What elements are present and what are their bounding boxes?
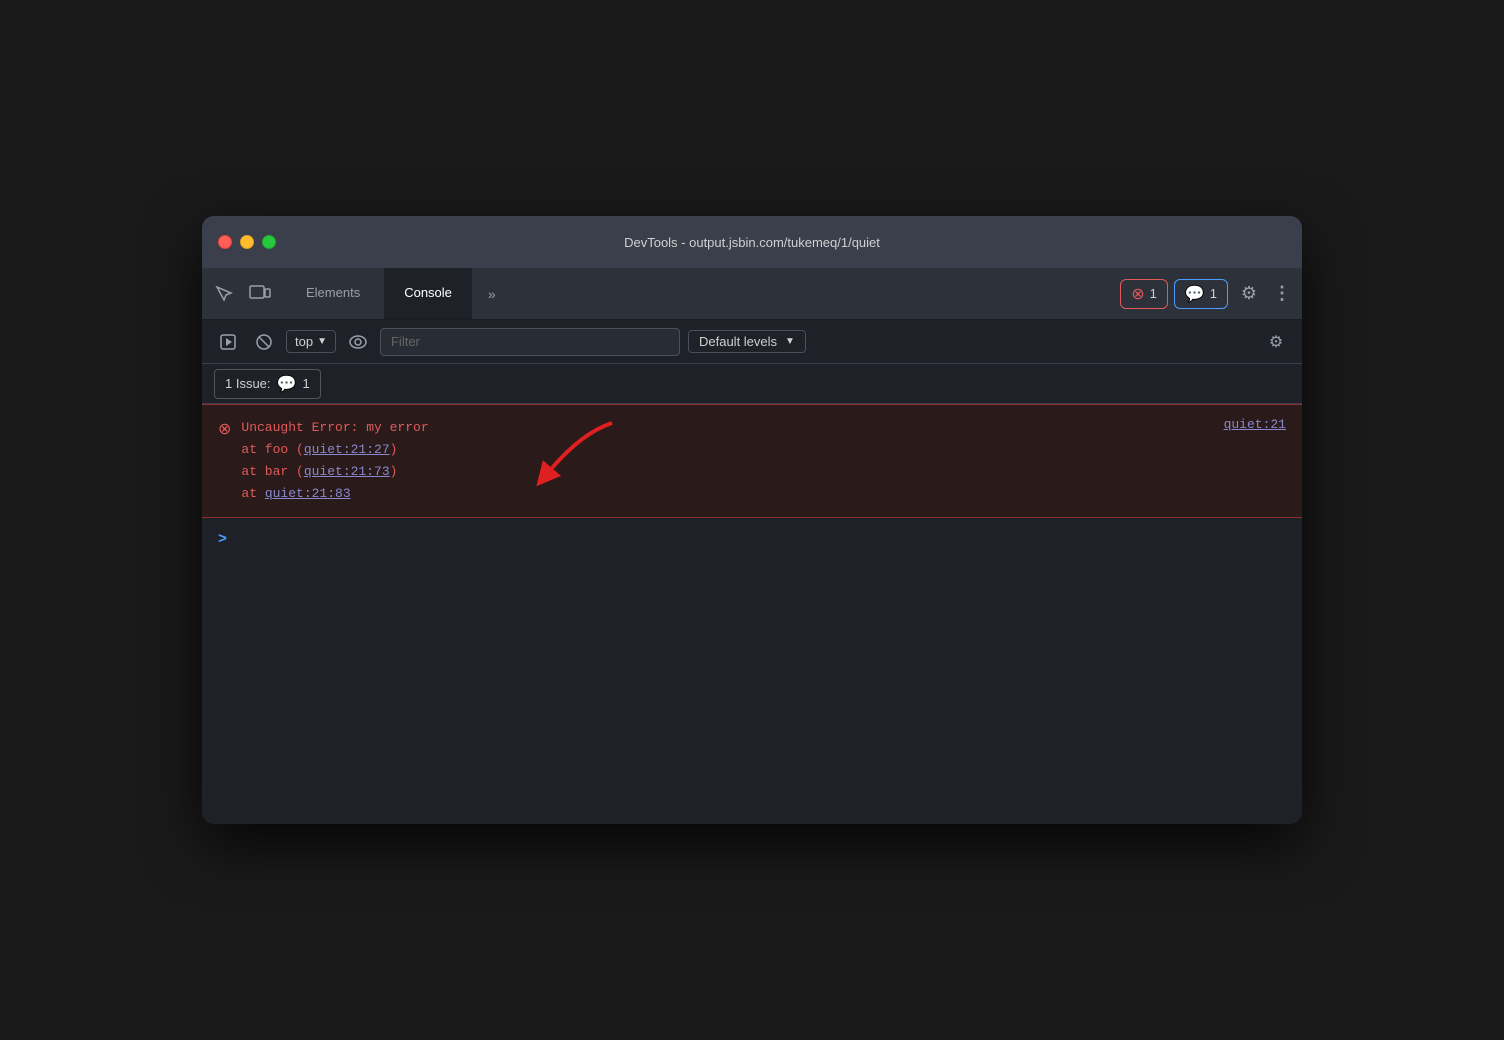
error-location-link[interactable]: quiet:21 (1224, 417, 1286, 432)
devtools-window: DevTools - output.jsbin.com/tukemeq/1/qu… (202, 216, 1302, 824)
error-badge-count: 1 (1150, 286, 1157, 301)
message-badge-button[interactable]: 💬 1 (1174, 279, 1228, 309)
clear-button[interactable] (250, 328, 278, 356)
message-badge-icon: 💬 (1185, 284, 1205, 304)
console-settings-button[interactable]: ⚙ (1262, 328, 1290, 356)
stack-link-1[interactable]: quiet:21:27 (304, 442, 390, 457)
console-input-row: > (202, 518, 1302, 560)
message-badge-count: 1 (1210, 286, 1217, 301)
error-row: ⊗ Uncaught Error: my error at foo (quiet… (202, 404, 1302, 518)
maximize-button[interactable] (262, 235, 276, 249)
issues-message-icon: 💬 (277, 374, 297, 394)
tab-elements-label: Elements (306, 285, 360, 300)
error-main-line: Uncaught Error: my error (241, 417, 428, 439)
filter-input[interactable] (380, 328, 680, 356)
more-options-button[interactable]: ⋮ (1270, 279, 1294, 309)
console-prompt: > (218, 531, 227, 548)
issues-label: 1 Issue: (225, 376, 271, 391)
issues-count: 1 (302, 376, 309, 391)
issues-badge[interactable]: 1 Issue: 💬 1 (214, 369, 321, 399)
stack-link-2[interactable]: quiet:21:73 (304, 464, 390, 479)
title-bar: DevTools - output.jsbin.com/tukemeq/1/qu… (202, 216, 1302, 268)
inspect-icon[interactable] (210, 280, 238, 308)
console-toolbar: top ▼ Default levels ▼ ⚙ (202, 320, 1302, 364)
issues-bar: 1 Issue: 💬 1 (202, 364, 1302, 404)
tab-console-label: Console (404, 285, 452, 300)
run-button[interactable] (214, 328, 242, 356)
tab-console[interactable]: Console (384, 268, 472, 319)
error-text: Uncaught Error: my error at foo (quiet:2… (241, 417, 428, 505)
close-button[interactable] (218, 235, 232, 249)
stack-line-2: at bar (quiet:21:73) (241, 461, 428, 483)
levels-label: Default levels (699, 334, 777, 349)
error-content: ⊗ Uncaught Error: my error at foo (quiet… (218, 417, 1204, 505)
window-title: DevTools - output.jsbin.com/tukemeq/1/qu… (624, 235, 880, 250)
stack-link-3[interactable]: quiet:21:83 (265, 486, 351, 501)
traffic-lights (218, 235, 276, 249)
error-badge-button[interactable]: ⊗ 1 (1120, 279, 1168, 309)
levels-selector[interactable]: Default levels ▼ (688, 330, 806, 353)
context-label: top (295, 334, 313, 349)
settings-button[interactable]: ⚙ (1234, 279, 1264, 309)
tab-bar-left (210, 268, 274, 319)
tab-elements[interactable]: Elements (286, 268, 380, 319)
levels-chevron-icon: ▼ (785, 336, 795, 347)
context-chevron-icon: ▼ (317, 336, 327, 347)
tab-bar: Elements Console » ⊗ 1 💬 1 ⚙ ⋮ (202, 268, 1302, 320)
error-icon: ⊗ (218, 419, 231, 439)
error-badge-icon: ⊗ (1131, 284, 1144, 304)
stack-line-3: at quiet:21:83 (241, 483, 428, 505)
console-input[interactable] (235, 528, 1286, 550)
tab-bar-right: ⊗ 1 💬 1 ⚙ ⋮ (1120, 268, 1294, 319)
console-content: ⊗ Uncaught Error: my error at foo (quiet… (202, 404, 1302, 824)
red-arrow-annotation (522, 413, 642, 498)
tab-more[interactable]: » (476, 268, 508, 319)
eye-button[interactable] (344, 328, 372, 356)
context-selector[interactable]: top ▼ (286, 330, 336, 353)
stack-line-1: at foo (quiet:21:27) (241, 439, 428, 461)
minimize-button[interactable] (240, 235, 254, 249)
device-icon[interactable] (246, 280, 274, 308)
